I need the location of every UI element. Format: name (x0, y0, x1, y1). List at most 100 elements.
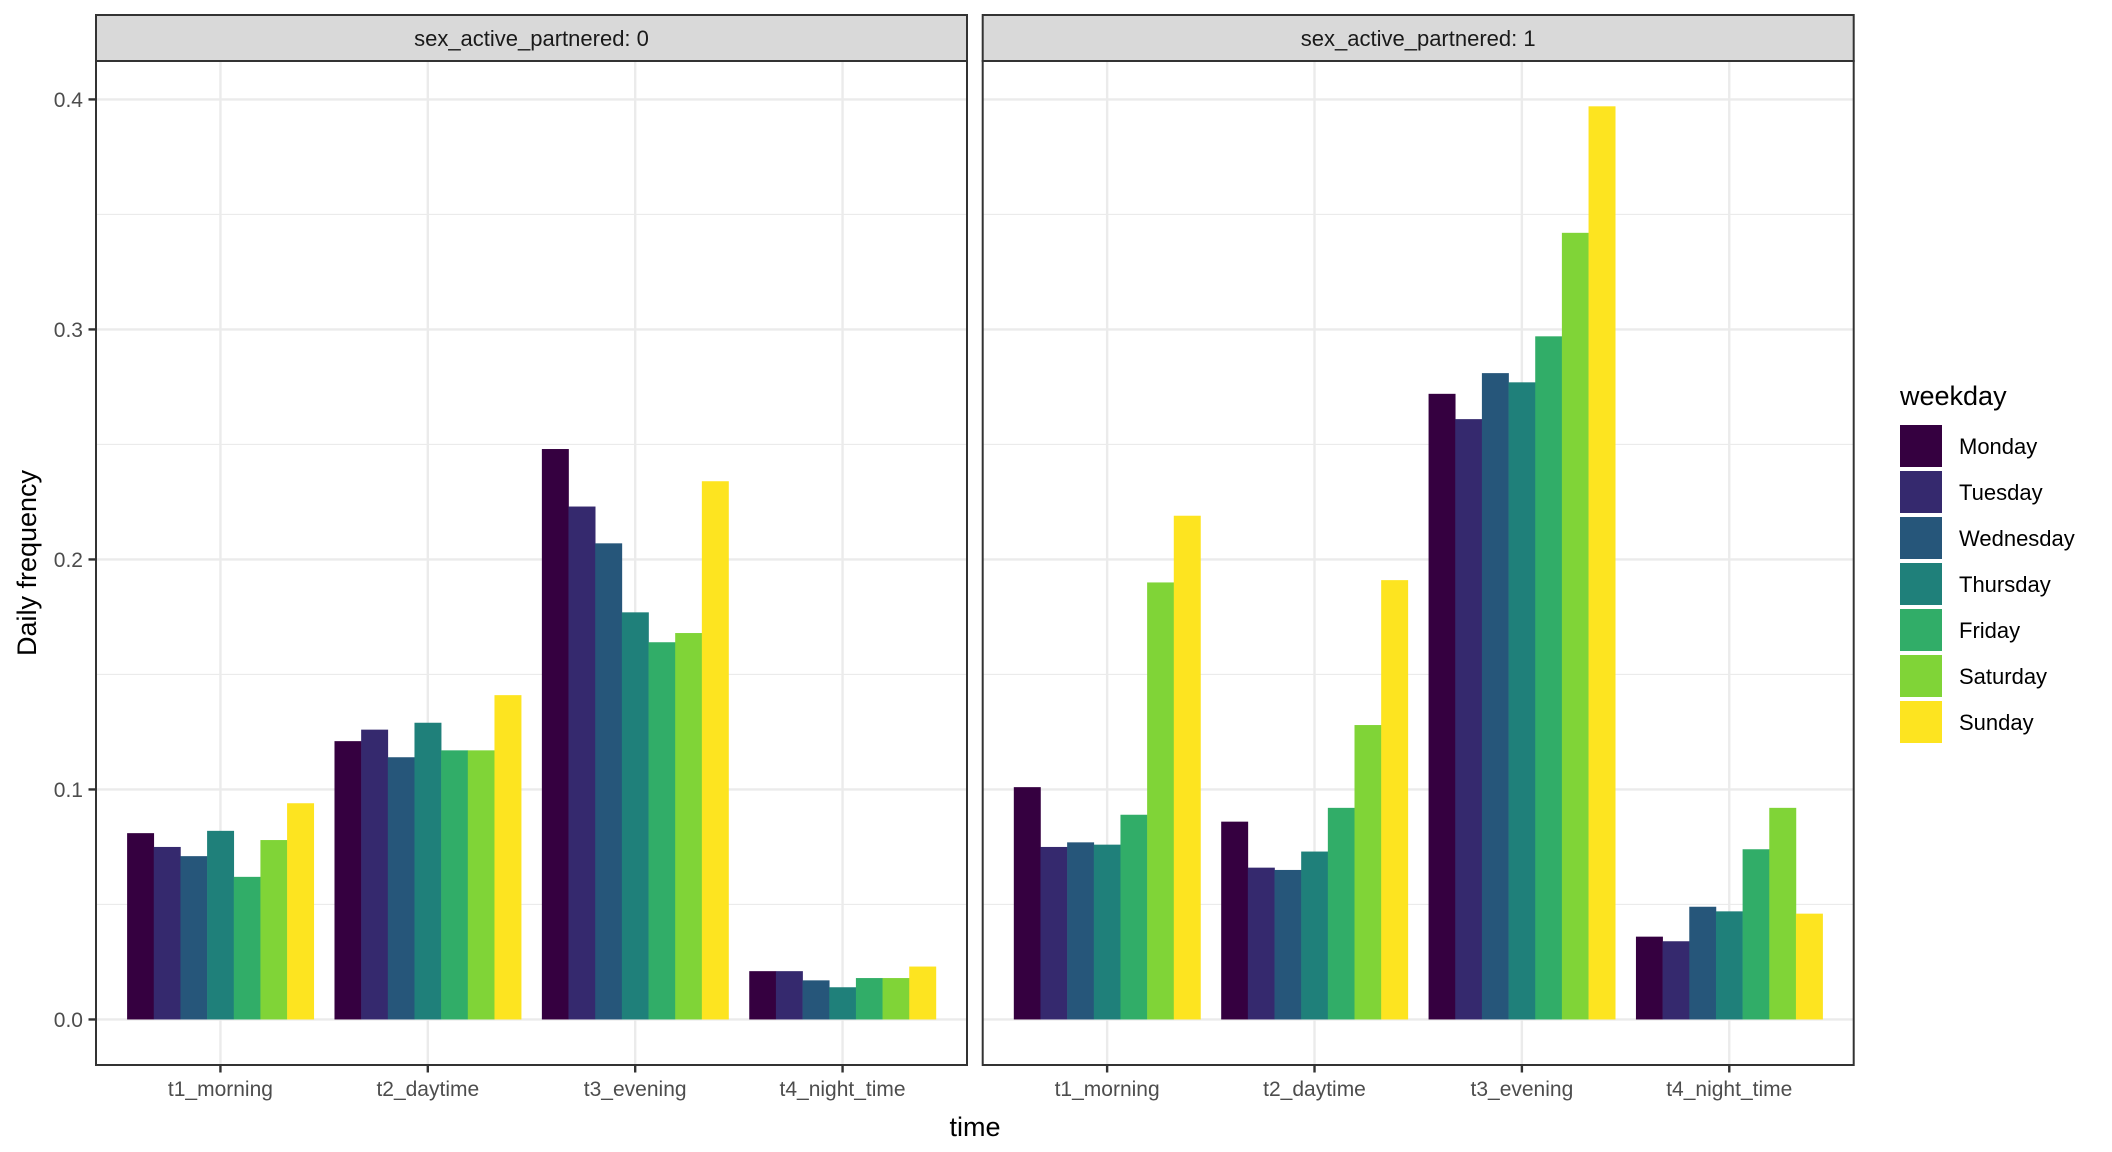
bar-wednesday-t4_night_time (802, 980, 830, 1020)
legend-swatch (1900, 425, 1942, 467)
bar-saturday-t1_morning (260, 840, 288, 1020)
facet-panel-0: sex_active_partnered: 0 t1_morning t2_dayt… (95, 14, 968, 1101)
legend-item-saturday: Saturday (1900, 655, 2047, 697)
bar-friday-t4_night_time (855, 978, 883, 1020)
x-tick-label: t2_daytime (1263, 1078, 1366, 1101)
x-tick-label: t1_morning (1055, 1078, 1160, 1101)
y-tick-label: 0.3 (54, 319, 83, 342)
bar-monday-t1_morning (127, 833, 155, 1020)
legend-item-sunday: Sunday (1900, 701, 2034, 743)
bar-sunday-t4_night_time (1795, 913, 1823, 1020)
bar-sunday-t3_evening (1588, 106, 1616, 1020)
y-tick-label: 0.4 (54, 89, 84, 112)
legend-item-thursday: Thursday (1900, 563, 2051, 605)
x-tick-label: t4_night_time (780, 1078, 906, 1101)
bar-thursday-t1_morning (1093, 844, 1121, 1020)
bar-sunday-t1_morning (1173, 515, 1201, 1020)
legend-swatch (1900, 655, 1942, 697)
y-tick-label: 0.2 (54, 549, 83, 572)
bar-monday-t2_daytime (1221, 821, 1249, 1020)
bar-saturday-t4_night_time (1769, 807, 1797, 1020)
faceted-bar-chart: sex_active_partnered: 0 t1_morning t2_dayt… (12, 14, 2075, 1142)
legend-swatch (1900, 701, 1942, 743)
legend-label: Friday (1959, 618, 2020, 643)
bar-monday-t4_night_time (749, 971, 777, 1020)
bar-friday-t1_morning (233, 876, 261, 1020)
legend-title: weekday (1899, 381, 2007, 411)
bar-monday-t3_evening (1428, 393, 1456, 1020)
legend-item-monday: Monday (1900, 425, 2037, 467)
bar-sunday-t1_morning (287, 803, 315, 1020)
bar-friday-t4_night_time (1742, 849, 1770, 1020)
legend-swatch (1900, 471, 1942, 513)
bar-wednesday-t2_daytime (1274, 869, 1302, 1020)
bar-sunday-t3_evening (701, 481, 729, 1020)
x-tick-label: t1_morning (168, 1078, 273, 1101)
legend-item-friday: Friday (1900, 609, 2020, 651)
bar-sunday-t2_daytime (1381, 580, 1409, 1020)
bar-tuesday-t4_night_time (1662, 941, 1690, 1020)
legend-label: Tuesday (1959, 480, 2043, 505)
bar-tuesday-t2_daytime (1247, 867, 1275, 1020)
bar-thursday-t1_morning (207, 830, 235, 1020)
bar-friday-t2_daytime (1327, 807, 1355, 1020)
bar-thursday-t3_evening (1508, 382, 1536, 1020)
legend: weekday Monday Tuesday Wednesday Thursday Fr… (1899, 381, 2075, 743)
bar-monday-t4_night_time (1635, 936, 1663, 1020)
bar-saturday-t2_daytime (1354, 725, 1382, 1020)
bar-tuesday-t1_morning (1040, 846, 1068, 1020)
x-tick-label: t4_night_time (1666, 1078, 1792, 1101)
legend-label: Saturday (1959, 664, 2047, 689)
bar-monday-t3_evening (541, 449, 569, 1020)
bar-monday-t2_daytime (334, 741, 362, 1020)
facet-panels: sex_active_partnered: 0 t1_morning t2_dayt… (95, 14, 1855, 1101)
bar-tuesday-t4_night_time (775, 971, 803, 1020)
x-tick-label: t3_evening (584, 1078, 687, 1101)
bar-saturday-t2_daytime (467, 750, 495, 1020)
bar-tuesday-t1_morning (153, 846, 181, 1020)
legend-swatch (1900, 609, 1942, 651)
legend-label: Wednesday (1959, 526, 2075, 551)
bar-wednesday-t4_night_time (1689, 906, 1717, 1020)
bar-friday-t2_daytime (441, 750, 469, 1020)
legend-item-tuesday: Tuesday (1900, 471, 2043, 513)
facet-strip-label: sex_active_partnered: 1 (1301, 26, 1536, 51)
bar-sunday-t4_night_time (909, 966, 937, 1020)
legend-swatch (1900, 517, 1942, 559)
bar-wednesday-t2_daytime (387, 757, 415, 1020)
y-tick-label: 0.1 (54, 779, 83, 802)
facet-strip-label: sex_active_partnered: 0 (414, 26, 649, 51)
x-axis-title: time (949, 1112, 1000, 1142)
legend-label: Sunday (1959, 710, 2034, 735)
bar-thursday-t2_daytime (414, 722, 442, 1020)
facet-panel-1: sex_active_partnered: 1 t1_morning t2_dayt… (981, 14, 1855, 1101)
bar-friday-t1_morning (1120, 814, 1148, 1020)
bar-tuesday-t3_evening (568, 506, 596, 1020)
y-axis: 0.0 0.1 0.2 0.3 0.4 (54, 89, 96, 1032)
bar-wednesday-t1_morning (1067, 842, 1095, 1020)
bar-saturday-t1_morning (1147, 582, 1175, 1020)
legend-label: Thursday (1959, 572, 2051, 597)
bar-thursday-t4_night_time (829, 987, 857, 1020)
bar-thursday-t4_night_time (1715, 911, 1743, 1020)
bar-friday-t3_evening (648, 642, 676, 1020)
legend-swatch (1900, 563, 1942, 605)
y-axis-title: Daily frequency (12, 469, 42, 656)
bar-wednesday-t3_evening (1481, 373, 1509, 1020)
bar-tuesday-t2_daytime (361, 729, 389, 1020)
legend-label: Monday (1959, 434, 2037, 459)
bar-tuesday-t3_evening (1455, 419, 1483, 1020)
bar-saturday-t4_night_time (882, 978, 910, 1020)
bar-saturday-t3_evening (675, 633, 703, 1020)
bar-saturday-t3_evening (1561, 232, 1589, 1020)
bar-thursday-t2_daytime (1301, 851, 1329, 1020)
bar-monday-t1_morning (1013, 787, 1041, 1020)
legend-keys: Monday Tuesday Wednesday Thursday Friday Satu… (1900, 425, 2075, 743)
x-tick-label: t3_evening (1471, 1078, 1574, 1101)
bar-thursday-t3_evening (621, 612, 649, 1020)
bar-wednesday-t3_evening (595, 543, 623, 1020)
bar-wednesday-t1_morning (180, 856, 208, 1020)
bar-friday-t3_evening (1535, 336, 1563, 1020)
bar-sunday-t2_daytime (494, 695, 522, 1020)
legend-item-wednesday: Wednesday (1900, 517, 2075, 559)
